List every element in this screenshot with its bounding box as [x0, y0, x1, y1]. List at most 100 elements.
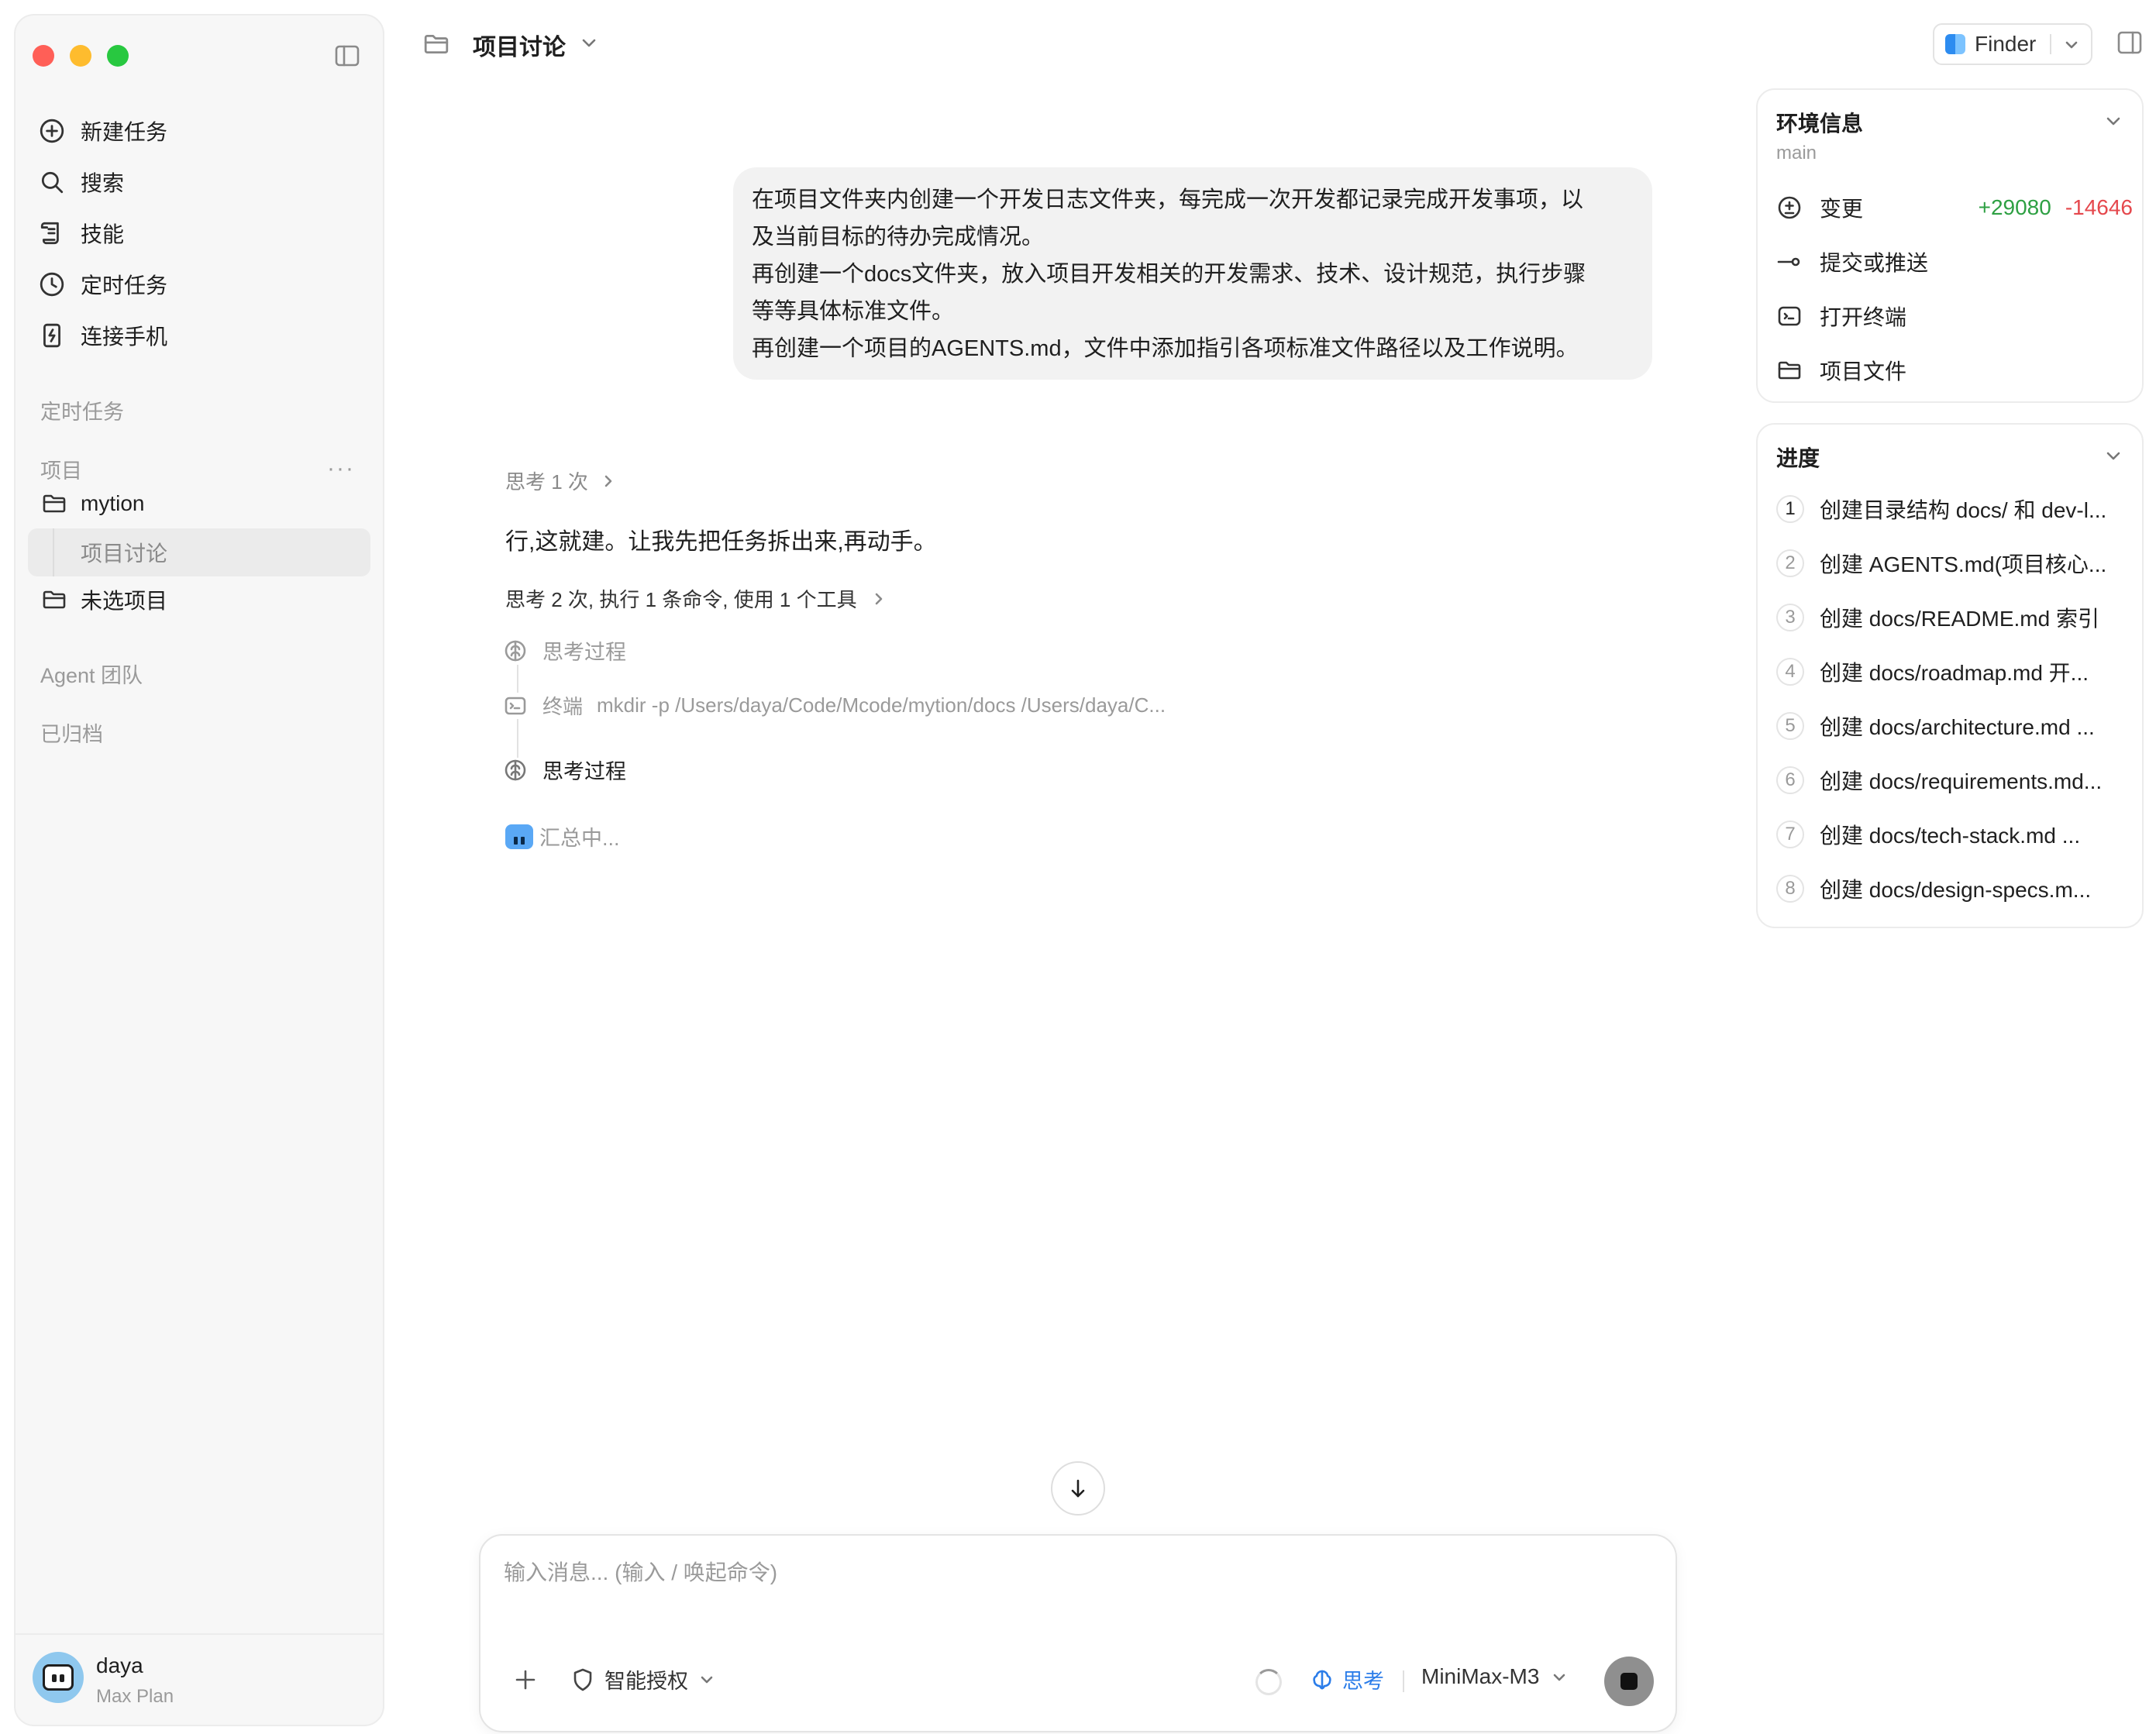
avatar [33, 1652, 84, 1703]
scroll-to-bottom-button[interactable] [1051, 1461, 1105, 1516]
diff-icon [1776, 194, 1803, 221]
loading-spinner-icon [1255, 1669, 1282, 1695]
env-commit-row[interactable]: 提交或推送 [1776, 246, 2133, 277]
step-number: 3 [1776, 604, 1804, 631]
commit-label: 提交或推送 [1820, 251, 1929, 275]
progress-item: 4 创建 docs/roadmap.md 开... [1776, 654, 2133, 690]
step-number: 7 [1776, 821, 1804, 848]
divider [1403, 1670, 1404, 1692]
minimize-window-button[interactable] [70, 45, 91, 67]
step-text: 创建 docs/design-specs.m... [1820, 878, 2092, 902]
message-line: 再创建一个docs文件夹，放入项目开发相关的开发需求、技术、设计规范，执行步骤 [752, 262, 1586, 287]
page-title[interactable]: 项目讨论 [473, 28, 566, 62]
project-name: mytion [81, 491, 145, 515]
chevron-down-icon[interactable] [2103, 112, 2123, 132]
message-line: 及当前目标的待办完成情况。 [752, 225, 1045, 249]
stop-generation-button[interactable] [1604, 1657, 1654, 1706]
stop-icon [1620, 1673, 1638, 1690]
step-text: 创建 docs/README.md 索引 [1820, 607, 2099, 631]
env-changes-row[interactable]: 变更 +29080 -14646 [1776, 192, 2133, 223]
terminal-label: 打开终端 [1820, 305, 1907, 329]
model-selector[interactable]: MiniMax-M3 [1421, 1664, 1569, 1689]
step-label: 终端 [542, 695, 584, 718]
plus-circle-icon [39, 118, 65, 144]
finder-label: Finder [1975, 32, 2037, 56]
env-terminal-row[interactable]: 打开终端 [1776, 301, 2133, 332]
progress-item: 6 创建 docs/requirements.md... [1776, 762, 2133, 798]
agent-team-link[interactable]: Agent 团队 [40, 659, 143, 689]
model-name: MiniMax-M3 [1421, 1664, 1540, 1688]
user-footer[interactable]: daya Max Plan [15, 1633, 383, 1725]
nav-connect-phone[interactable]: 连接手机 [39, 310, 364, 361]
project-unselected[interactable]: 未选项目 [42, 576, 383, 623]
env-files-row[interactable]: 项目文件 [1776, 355, 2133, 386]
message-input[interactable] [504, 1560, 1589, 1585]
terminal-command: mkdir -p /Users/daya/Code/Mcode/mytion/d… [597, 693, 1166, 717]
chevron-right-icon [870, 590, 888, 608]
agent-status-icon [505, 824, 533, 849]
environment-panel: 环境信息 main 变更 +29080 -14646 提交或推送 打开终端 项目… [1756, 88, 2144, 403]
changes-label: 变更 [1820, 197, 1864, 221]
think-label: 思考 [1342, 1670, 1384, 1693]
think-meta-label: 思考 1 次 [505, 470, 588, 494]
terminal-icon [1776, 303, 1803, 329]
robot-avatar-icon [43, 1664, 74, 1691]
steps-summary-label: 思考 2 次, 执行 1 条命令, 使用 1 个工具 [505, 588, 857, 611]
step-thinking[interactable]: 思考过程 [504, 755, 626, 785]
step-thinking[interactable]: 思考过程 [504, 635, 626, 666]
think-meta-toggle[interactable]: 思考 1 次 [505, 466, 618, 495]
nav-search[interactable]: 搜索 [39, 157, 364, 208]
step-number: 5 [1776, 712, 1804, 740]
message-line: 在项目文件夹内创建一个开发日志文件夹，每完成一次开发都记录完成开发事项，以 [752, 188, 1584, 212]
step-terminal[interactable]: 终端 mkdir -p /Users/daya/Code/Mcode/mytio… [504, 691, 1166, 720]
zoom-window-button[interactable] [107, 45, 129, 67]
step-text: 创建 AGENTS.md(项目核心... [1820, 552, 2107, 576]
scroll-icon [39, 220, 65, 246]
close-window-button[interactable] [33, 45, 54, 67]
plus-icon[interactable] [511, 1666, 539, 1694]
step-number: 2 [1776, 549, 1804, 577]
think-toggle[interactable]: 思考 [1310, 1664, 1384, 1694]
divider [2050, 34, 2052, 54]
steps-summary-toggle[interactable]: 思考 2 次, 执行 1 条命令, 使用 1 个工具 [505, 584, 888, 613]
nav-label: 搜索 [81, 171, 125, 195]
brain-icon [1310, 1667, 1335, 1692]
clock-icon [39, 271, 65, 298]
user-plan: Max Plan [96, 1686, 174, 1707]
deletions-count: -14646 [2065, 195, 2133, 219]
step-text: 创建目录结构 docs/ 和 dev-l... [1820, 498, 2107, 522]
folder-icon [1776, 357, 1803, 384]
sidebar-toggle-icon[interactable] [335, 45, 360, 67]
project-mytion[interactable]: mytion [42, 480, 383, 527]
folder-icon [42, 587, 67, 612]
traffic-lights [33, 45, 129, 67]
arrow-down-icon [1065, 1475, 1091, 1502]
nav-label: 连接手机 [81, 325, 168, 349]
nav-label: 定时任务 [81, 274, 168, 298]
user-message-bubble: 在项目文件夹内创建一个开发日志文件夹，每完成一次开发都记录完成开发事项，以 及当… [733, 167, 1652, 380]
right-panel-toggle-icon[interactable] [2117, 31, 2142, 54]
chevron-down-icon[interactable] [2103, 446, 2123, 466]
archived-link[interactable]: 已归档 [40, 717, 103, 748]
chevron-down-icon [1550, 1667, 1569, 1686]
message-composer: 智能授权 思考 MiniMax-M3 [479, 1534, 1677, 1732]
user-name: daya [96, 1653, 143, 1677]
nav-new-task[interactable]: 新建任务 [39, 105, 364, 157]
thread-item-project-discussion[interactable]: 项目讨论 [53, 528, 167, 576]
permission-label: 智能授权 [604, 1670, 688, 1693]
nav-label: 新建任务 [81, 120, 168, 144]
nav-skills[interactable]: 技能 [39, 208, 364, 259]
panel-title: 环境信息 [1776, 112, 1864, 136]
step-number: 1 [1776, 495, 1804, 523]
git-commit-icon [1776, 249, 1803, 275]
chevron-down-icon[interactable] [2062, 35, 2081, 53]
terminal-icon [504, 694, 527, 717]
open-in-finder-button[interactable]: Finder [1933, 23, 2092, 65]
chevron-down-icon[interactable] [578, 33, 600, 54]
message-line: 等等具体标准文件。 [752, 299, 955, 324]
permission-mode-dropdown[interactable]: 智能授权 [570, 1664, 725, 1694]
sidebar-nav: 新建任务 搜索 技能 定时任务 连接手机 [39, 105, 364, 361]
projects-more-button[interactable]: ··· [327, 456, 355, 482]
nav-scheduled[interactable]: 定时任务 [39, 259, 364, 310]
project-name: 未选项目 [81, 589, 168, 613]
